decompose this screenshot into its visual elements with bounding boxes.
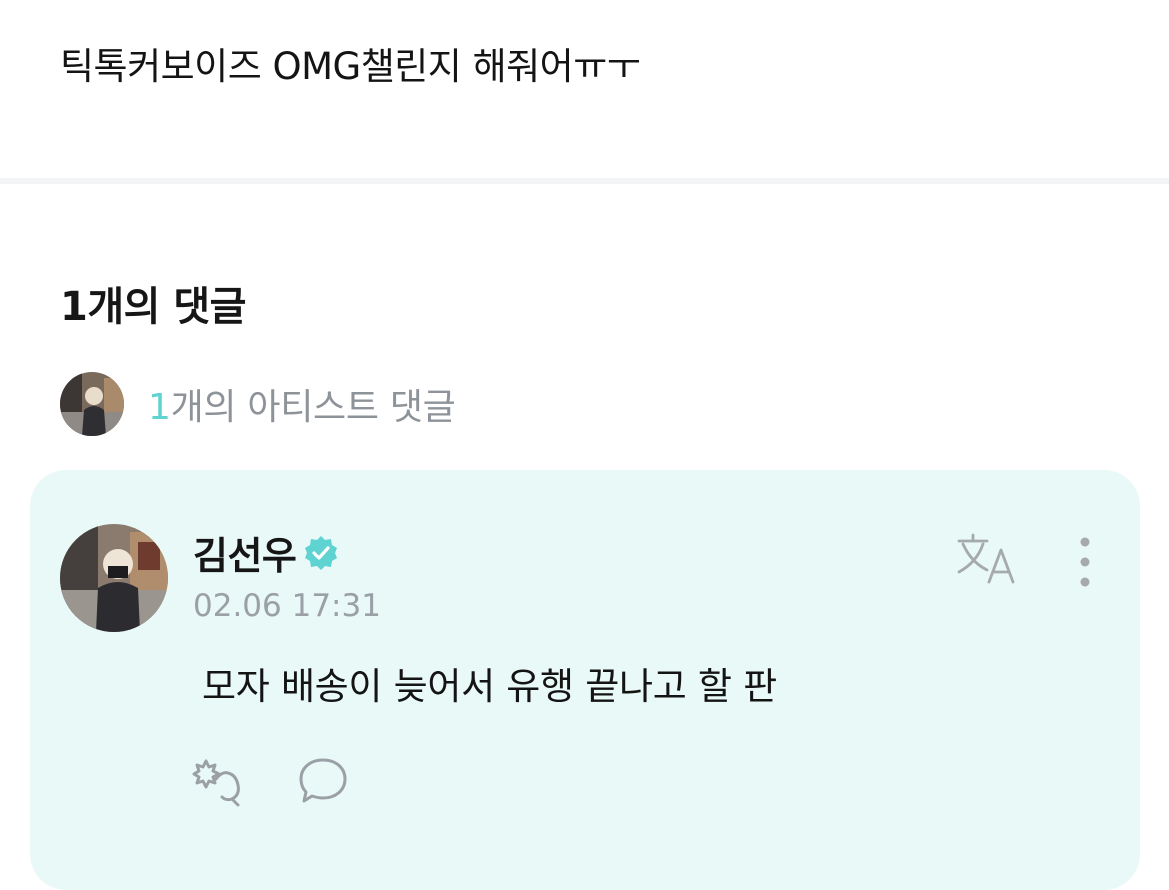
artist-comments-label: 1개의 아티스트 댓글 [148, 378, 456, 430]
comment-body: 모자 배송이 늦어서 유행 끝나고 할 판 [202, 665, 777, 708]
author-avatar[interactable] [60, 524, 168, 632]
comments-count-title: 1개의 댓글 [60, 284, 246, 330]
reply-icon[interactable] [296, 754, 350, 808]
section-divider [0, 178, 1169, 184]
artist-comments-summary[interactable]: 1개의 아티스트 댓글 [60, 372, 456, 436]
comment-author-name[interactable]: 김선우 [193, 525, 297, 580]
artist-comments-count: 1 [148, 387, 171, 428]
post-text: 틱톡커보이즈 OMG챌린지 해줘어ㅠㅜ [60, 45, 641, 88]
more-options-icon[interactable] [1070, 534, 1100, 590]
artist-comments-text: 개의 아티스트 댓글 [170, 387, 456, 428]
artist-comment-card: 김선우 02.06 17:31 모자 배송이 늦어서 유행 끝나고 할 판 [30, 470, 1140, 890]
applause-icon[interactable] [192, 753, 248, 809]
comment-actions [192, 753, 350, 809]
comment-author-row: 김선우 [193, 525, 340, 580]
translate-icon[interactable] [955, 532, 1019, 586]
comment-timestamp: 02.06 17:31 [193, 588, 381, 624]
artist-avatar-small [60, 372, 124, 436]
verified-badge-icon [302, 534, 340, 572]
